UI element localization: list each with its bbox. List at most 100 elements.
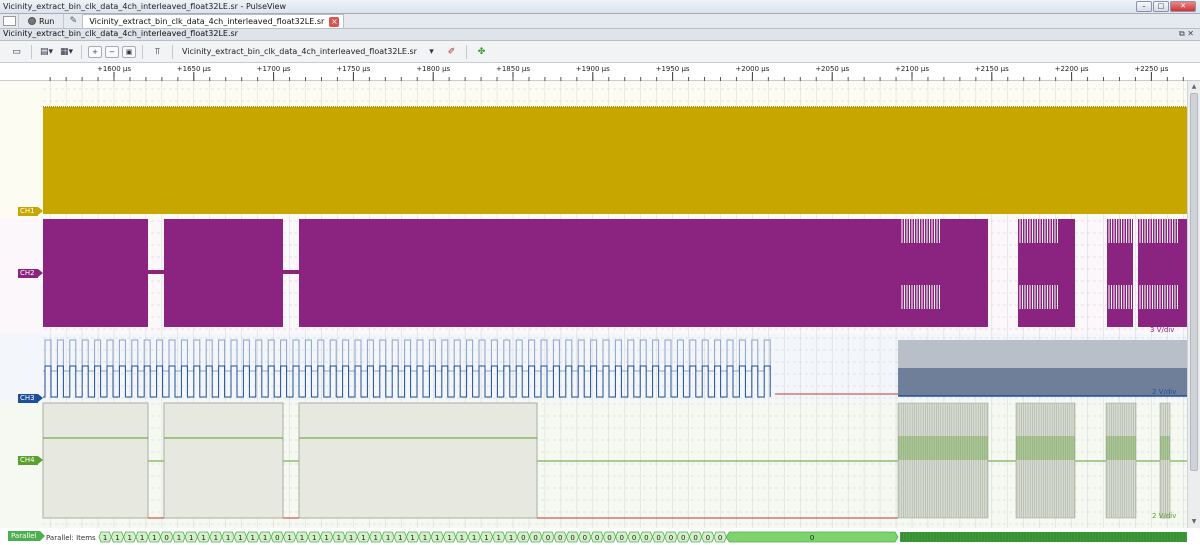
tab-session[interactable]: Vicinity_extract_bin_clk_data_4ch_interl… (82, 14, 345, 28)
waveform-view[interactable]: Parallel: Items 1 1 1 1 1 0 1 1 1 1 1 1 1 1 0 1 1 1 1 1 1 1 1 1 1… (0, 81, 1187, 545)
maximize-button[interactable]: □ (1153, 1, 1169, 12)
decoder-item-value: 1 (460, 534, 464, 542)
ruler-tick-label: +2150 µs (975, 65, 1009, 73)
decoder-item: 1 (233, 531, 248, 543)
ch2-trace-block (164, 219, 283, 327)
toolbar-separator (31, 44, 32, 59)
open-file-icon[interactable]: ▤▾ (38, 44, 55, 59)
scrollbar-thumb[interactable] (1190, 93, 1198, 471)
ruler-tick-label: +2250 µs (1134, 65, 1168, 73)
scroll-up-icon[interactable]: ▲ (1189, 83, 1199, 91)
channel-label-ch2[interactable]: CH2 (18, 269, 43, 278)
session-title-bar: Vicinity_extract_bin_clk_data_4ch_interl… (0, 29, 1200, 41)
decoder-item-value: 1 (177, 534, 181, 542)
minimize-button[interactable]: – (1136, 1, 1152, 12)
probe-icon[interactable]: ✐ (443, 44, 460, 59)
decoder-item-value: 0 (669, 534, 673, 542)
ruler-tick-label: +1900 µs (576, 65, 610, 73)
decoder-item: 1 (172, 531, 186, 543)
ruler-tick-label: +2000 µs (735, 65, 769, 73)
run-label: Run (39, 16, 55, 26)
decoder-item-value: 1 (337, 534, 341, 542)
ruler-tick-label: +2100 µs (895, 65, 929, 73)
decoder-item: 1 (504, 531, 518, 543)
ch4-burst (1159, 402, 1171, 519)
new-view-icon[interactable] (3, 16, 16, 26)
decoder-label-parallel[interactable]: Parallel (8, 531, 44, 541)
decoder-item-value: 1 (423, 534, 427, 542)
decoder-item: 1 (455, 531, 469, 543)
decoder-item-value: 0 (644, 534, 648, 542)
zoom-in-icon[interactable]: + (88, 45, 102, 58)
device-dropdown-icon[interactable]: ▾ (423, 44, 440, 59)
decoder-item-value: 1 (115, 534, 119, 542)
decoder-dense (900, 532, 1187, 542)
tab-close-icon[interactable]: × (329, 16, 340, 27)
vertical-scrollbar[interactable]: ▲ ▼ (1187, 81, 1200, 528)
decoder-item: 0 (529, 531, 543, 543)
decoder-item-wide-value: 0 (810, 534, 814, 542)
decoder-item-value: 1 (128, 534, 132, 542)
toolbar-separator (81, 44, 82, 59)
decoder-item: 0 (652, 531, 666, 543)
scroll-down-icon[interactable]: ▼ (1189, 518, 1199, 526)
run-button[interactable]: Run (18, 14, 65, 28)
time-ruler[interactable]: +1600 µs +1650 µs +1700 µs +1750 µs +1800 µs… (0, 63, 1200, 81)
ruler-tick-label: +1600 µs (97, 65, 131, 73)
decoder-item: 1 (258, 531, 272, 543)
ch4-burst-mid (1016, 436, 1075, 460)
decoder-item-value: 1 (300, 534, 304, 542)
decoder-item-value: 0 (164, 534, 168, 542)
decoder-item-value: 1 (349, 534, 353, 542)
decoder-item: 1 (209, 531, 223, 543)
decoder-item: 0 (541, 531, 555, 543)
new-file-icon[interactable]: ▭ (8, 44, 25, 59)
ch4-burst-mid (1106, 436, 1136, 460)
channel-label-ch4[interactable]: CH4 (18, 456, 43, 465)
decoder-item: 1 (110, 531, 125, 543)
ch2-trace-block (299, 219, 900, 327)
channel-label-ch1[interactable]: CH1 (18, 207, 43, 216)
decoder-item-value: 1 (398, 534, 402, 542)
decoder-item: 1 (442, 531, 457, 543)
decoder-item-value: 1 (152, 534, 156, 542)
decoder-item-value: 0 (521, 534, 525, 542)
decoder-item: 0 (270, 531, 284, 543)
decoder-item: 1 (196, 531, 211, 543)
ch3-vdiv: 2 V/div (1152, 388, 1177, 396)
settings-wand-icon[interactable]: ✎ (64, 14, 82, 28)
decoder-item-value: 1 (263, 534, 267, 542)
save-file-icon[interactable]: ▦▾ (58, 44, 75, 59)
zoom-fit-icon[interactable]: ▣ (122, 45, 136, 58)
device-select[interactable]: Vicinity_extract_bin_clk_data_4ch_interl… (179, 47, 420, 56)
ch4-burst-mid (1160, 436, 1170, 460)
ruler-tick-label: +1750 µs (336, 65, 370, 73)
ch4-trace-block (42, 402, 149, 519)
decoder-item: 1 (381, 531, 395, 543)
decoder-item: 0 (615, 531, 629, 543)
ruler-tick-label: +1700 µs (257, 65, 291, 73)
decoder-item-value: 1 (386, 534, 390, 542)
decoder-item: 1 (98, 531, 112, 543)
ch2-trace-block (1018, 219, 1075, 327)
ch2-vdiv: 3 V/div (1150, 326, 1175, 334)
decoder-icon[interactable]: ✤ (473, 44, 490, 59)
decoder-item: 0 (516, 531, 530, 543)
close-button[interactable]: ✕ (1170, 1, 1196, 12)
decoder-item-value: 1 (447, 534, 451, 542)
channel-label-ch3[interactable]: CH3 (18, 394, 43, 403)
session-toolbar: ▭ ▤▾ ▦▾ + − ▣ ⫪ Vicinity_extract_bin_clk… (0, 41, 1200, 63)
cursor-icon[interactable]: ⫪ (149, 44, 166, 59)
decoder-item-value: 0 (533, 534, 537, 542)
decoder-item-value: 1 (312, 534, 316, 542)
ch1-trace (43, 107, 1187, 214)
ruler-ticks: +1600 µs +1650 µs +1700 µs +1750 µs +1800 µs… (49, 65, 1184, 81)
decoder-item-value: 1 (497, 534, 501, 542)
zoom-out-icon[interactable]: − (105, 45, 119, 58)
decoder-item: 0 (664, 531, 678, 543)
decoder-item: 1 (479, 531, 494, 543)
decoder-item-value: 0 (546, 534, 550, 542)
dock-controls-icon[interactable]: ⧉ ✕ (1179, 29, 1194, 39)
decoder-item: 1 (184, 531, 198, 543)
window-titlebar: Vicinity_extract_bin_clk_data_4ch_interl… (0, 0, 1200, 14)
